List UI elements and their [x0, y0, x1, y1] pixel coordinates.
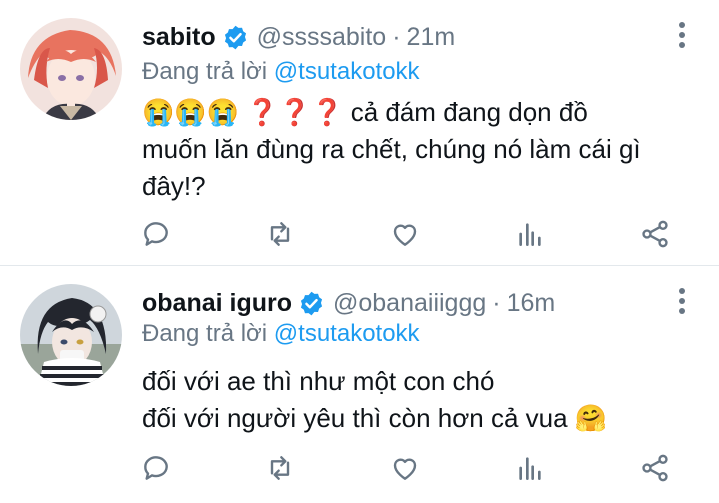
separator: · — [492, 288, 501, 317]
share-icon[interactable] — [637, 216, 673, 252]
display-name[interactable]: sabito — [142, 23, 216, 52]
tweet[interactable]: obanai iguro @obanaiiiggg · 16m Đang trả… — [0, 266, 719, 503]
timestamp[interactable]: 16m — [507, 289, 556, 318]
share-icon[interactable] — [637, 450, 673, 486]
action-bar — [138, 216, 678, 252]
like-icon[interactable] — [387, 450, 423, 486]
text-line: đây!? — [142, 171, 206, 201]
emoji-group: 😭😭😭 ❓❓❓ — [142, 97, 344, 127]
action-bar — [138, 450, 678, 486]
separator: · — [392, 22, 401, 51]
analytics-icon[interactable] — [512, 216, 548, 252]
replying-to: Đang trả lời @tsutakotokk — [142, 320, 420, 348]
text-line: đối với ae thì như một con chó — [142, 366, 495, 396]
replying-prefix: Đang trả lời — [142, 320, 268, 347]
verified-badge-icon — [222, 24, 249, 51]
mention-link[interactable]: @tsutakotokk — [274, 58, 420, 85]
avatar[interactable] — [20, 284, 122, 386]
more-options-icon[interactable] — [678, 288, 686, 316]
retweet-icon[interactable] — [262, 450, 298, 486]
timestamp[interactable]: 21m — [407, 23, 456, 52]
verified-badge-icon — [298, 290, 325, 317]
like-icon[interactable] — [387, 216, 423, 252]
tweet[interactable]: sabito @ssssabito · 21m Đang trả lời @ts… — [0, 0, 719, 265]
hugging-emoji: 🤗 — [574, 403, 608, 433]
retweet-icon[interactable] — [262, 216, 298, 252]
handle[interactable]: @ssssabito — [257, 23, 387, 52]
replying-prefix: Đang trả lời — [142, 58, 268, 85]
tweet-text: 😭😭😭 ❓❓❓ cả đám đang dọn đồ muốn lăn đùng… — [142, 94, 702, 205]
tweet-text: đối với ae thì như một con chó đối với n… — [142, 363, 702, 437]
mention-link[interactable]: @tsutakotokk — [274, 320, 420, 347]
handle[interactable]: @obanaiiiggg — [333, 289, 486, 318]
tweet-header: sabito @ssssabito · 21m — [142, 17, 455, 57]
text-line: đối với người yêu thì còn hơn cả vua — [142, 403, 568, 433]
avatar[interactable] — [20, 18, 122, 120]
display-name[interactable]: obanai iguro — [142, 289, 292, 318]
analytics-icon[interactable] — [512, 450, 548, 486]
reply-icon[interactable] — [138, 216, 174, 252]
tweet-header: obanai iguro @obanaiiiggg · 16m — [142, 283, 555, 323]
reply-icon[interactable] — [138, 450, 174, 486]
more-options-icon[interactable] — [678, 22, 686, 50]
replying-to: Đang trả lời @tsutakotokk — [142, 58, 420, 86]
text-line: cả đám đang dọn đồ — [350, 97, 588, 127]
text-line: muốn lăn đùng ra chết, chúng nó làm cái … — [142, 134, 641, 164]
